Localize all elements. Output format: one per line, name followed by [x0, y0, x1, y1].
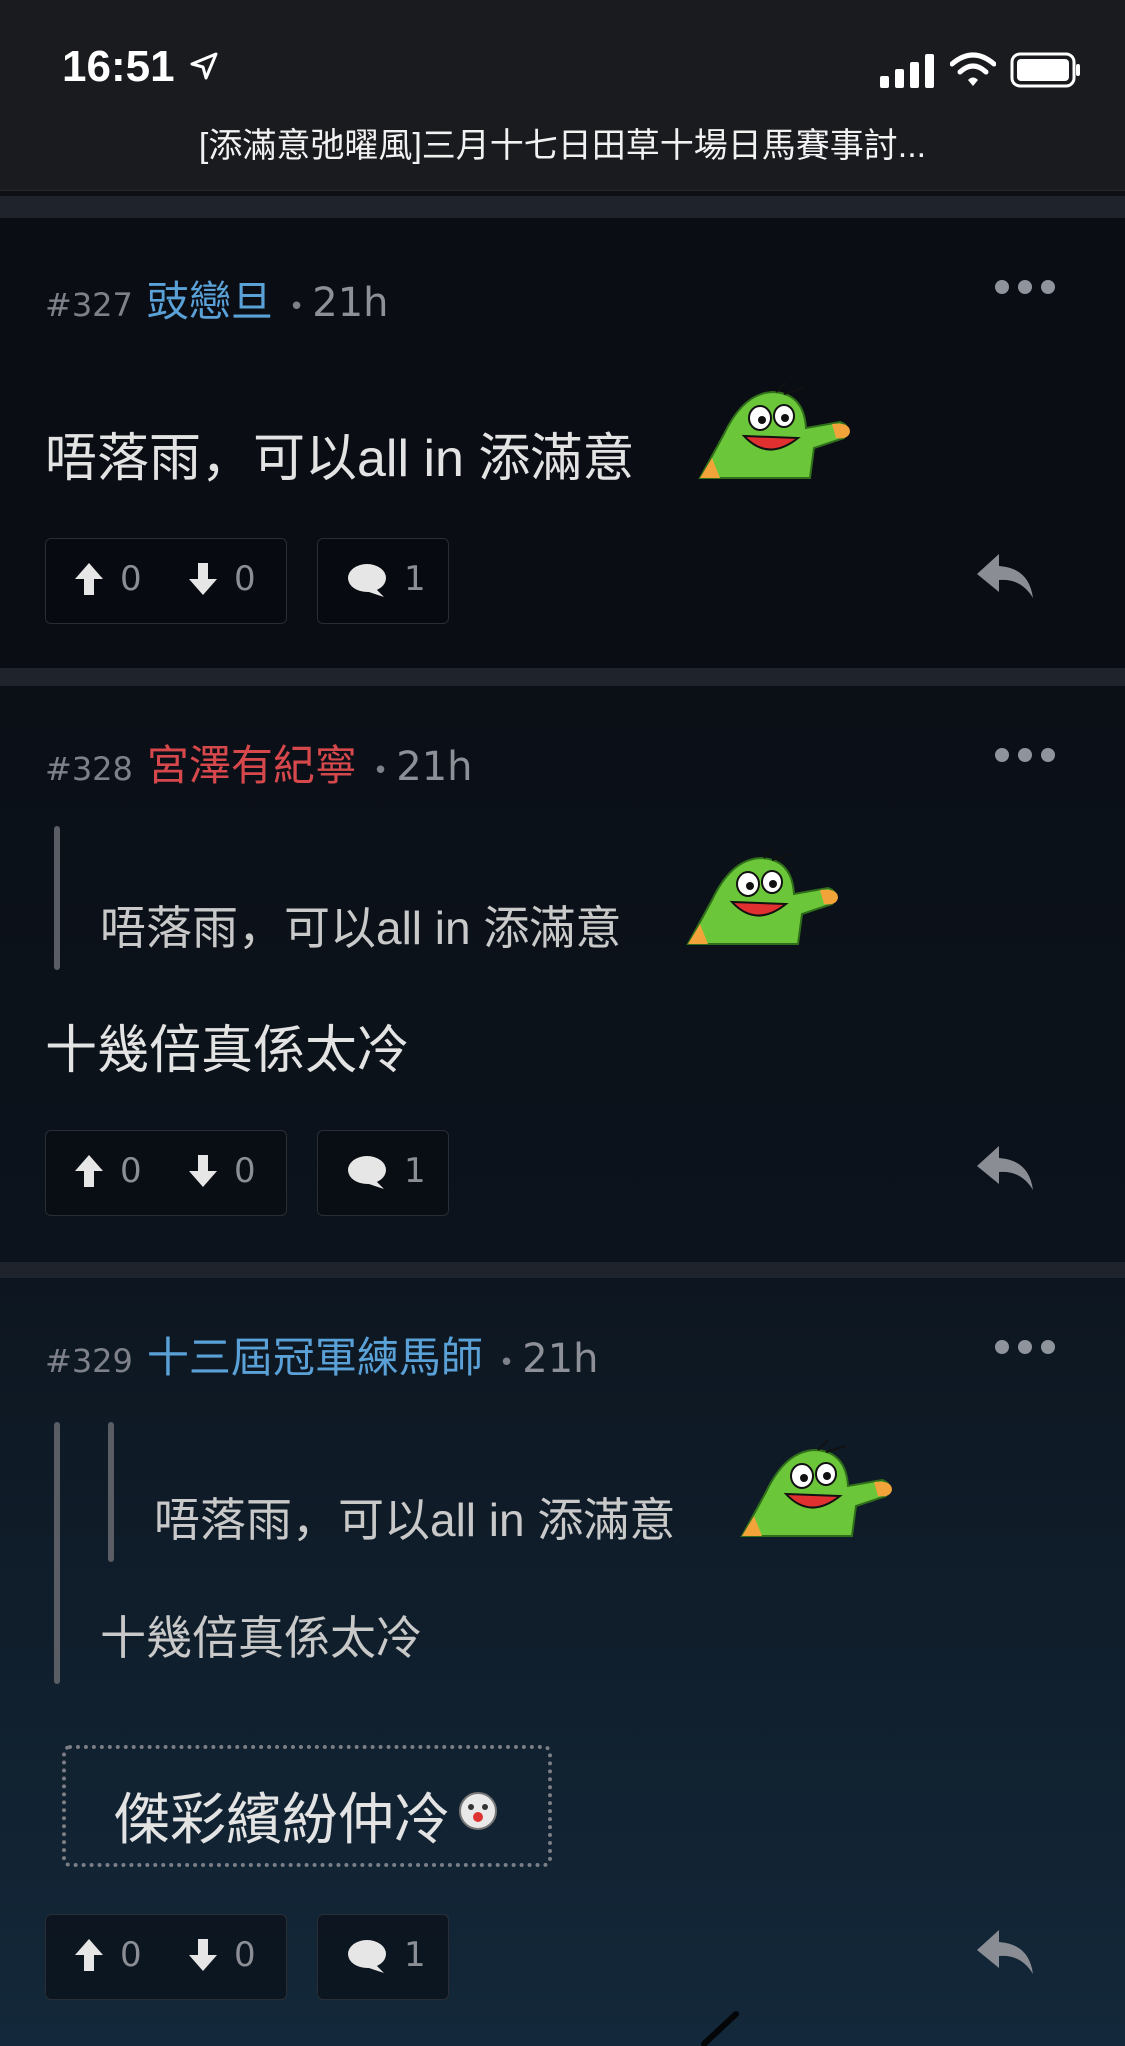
post-meta: #328 宮澤有紀寧 • 21h: [45, 732, 473, 793]
comment-icon: [348, 564, 386, 597]
post-body: 唔落雨，可以all in 添滿意: [45, 430, 635, 488]
upvote-icon[interactable]: [74, 1937, 104, 1973]
upvote-count: 0: [120, 1935, 142, 1975]
reply-icon[interactable]: [975, 548, 1035, 604]
post-329: #329 十三屆冠軍練馬師 • 21h 唔落雨，可以all in 添滿意 十幾倍真係太…: [0, 1278, 1125, 2046]
post-age: 21h: [396, 744, 473, 790]
comment-icon: [348, 1940, 386, 1973]
reply-icon[interactable]: [975, 1140, 1035, 1196]
downvote-icon[interactable]: [188, 1153, 218, 1189]
post-meta: #327 豉戀旦 • 21h: [45, 268, 389, 329]
vote-box: 0 0: [45, 1130, 287, 1216]
battery-icon: [1010, 52, 1080, 88]
meta-dot: •: [288, 292, 305, 322]
comment-count: 1: [404, 559, 426, 599]
post-number: #329: [45, 1342, 133, 1380]
top-bar: 16:51 [添滿意弛曜風]三月十七日田草十場日馬賽事討...: [0, 0, 1125, 191]
downvote-count: 0: [234, 1151, 256, 1191]
scroll-indicator: [701, 2011, 739, 2046]
meta-dot: •: [372, 756, 389, 786]
upvote-icon[interactable]: [74, 561, 104, 597]
post-actions: 0 0 1: [45, 1914, 1085, 2000]
divider: [0, 668, 1125, 686]
upvote-count: 0: [120, 1151, 142, 1191]
quote-bar: [54, 1422, 60, 1684]
username[interactable]: 宮澤有紀寧: [147, 741, 357, 790]
post-327: #327 豉戀旦 • 21h 唔落雨，可以all in 添滿意 0 0 1: [0, 218, 1125, 668]
post-body: 傑彩繽紛仲冷: [114, 1788, 450, 1851]
post-328: #328 宮澤有紀寧 • 21h 唔落雨，可以all in 添滿意 十幾倍真係太冷 0…: [0, 686, 1125, 1262]
downvote-icon[interactable]: [188, 1937, 218, 1973]
more-icon[interactable]: [995, 280, 1055, 296]
more-icon[interactable]: [995, 748, 1055, 764]
location-arrow-icon: [190, 52, 218, 80]
reply-icon[interactable]: [975, 1924, 1035, 1980]
quote-text: 十幾倍真係太冷: [100, 1612, 422, 1664]
post-age: 21h: [522, 1336, 599, 1382]
upvote-count: 0: [120, 559, 142, 599]
vote-box: 0 0: [45, 1914, 287, 2000]
post-number: #328: [45, 750, 133, 788]
post-actions: 0 0 1: [45, 538, 1085, 624]
comment-count: 1: [404, 1151, 426, 1191]
comment-button[interactable]: 1: [317, 1130, 449, 1216]
frog-sticker-icon: [698, 382, 850, 479]
downvote-icon[interactable]: [188, 561, 218, 597]
status-time: 16:51: [62, 42, 175, 91]
nested-quote-bar: [108, 1422, 114, 1562]
quote-bar: [54, 826, 60, 970]
meta-dot: •: [498, 1348, 515, 1378]
post-actions: 0 0 1: [45, 1130, 1085, 1216]
post-body: 十幾倍真係太冷: [45, 1022, 410, 1080]
downvote-count: 0: [234, 559, 256, 599]
more-icon[interactable]: [995, 1340, 1055, 1356]
post-age: 21h: [312, 280, 389, 326]
divider: [0, 1262, 1125, 1278]
frog-sticker-icon: [740, 1440, 892, 1537]
nested-quote-text: 唔落雨，可以all in 添滿意: [154, 1494, 676, 1546]
downvote-count: 0: [234, 1935, 256, 1975]
frog-sticker-icon: [686, 848, 838, 945]
username[interactable]: 豉戀旦: [147, 277, 273, 326]
cellular-signal-icon: [880, 54, 934, 88]
divider: [0, 196, 1125, 218]
vote-box: 0 0: [45, 538, 287, 624]
smiley-icon: [459, 1792, 497, 1830]
upvote-icon[interactable]: [74, 1153, 104, 1189]
quote-text: 唔落雨，可以all in 添滿意: [100, 902, 622, 954]
comment-count: 1: [404, 1935, 426, 1975]
post-number: #327: [45, 286, 133, 324]
comment-button[interactable]: 1: [317, 1914, 449, 2000]
wifi-icon: [950, 52, 996, 86]
username[interactable]: 十三屆冠軍練馬師: [147, 1333, 483, 1382]
thread-title[interactable]: [添滿意弛曜風]三月十七日田草十場日馬賽事討...: [0, 118, 1125, 167]
comment-icon: [348, 1156, 386, 1189]
post-meta: #329 十三屆冠軍練馬師 • 21h: [45, 1324, 599, 1385]
comment-button[interactable]: 1: [317, 538, 449, 624]
highlighted-post-body: 傑彩繽紛仲冷: [62, 1745, 552, 1867]
